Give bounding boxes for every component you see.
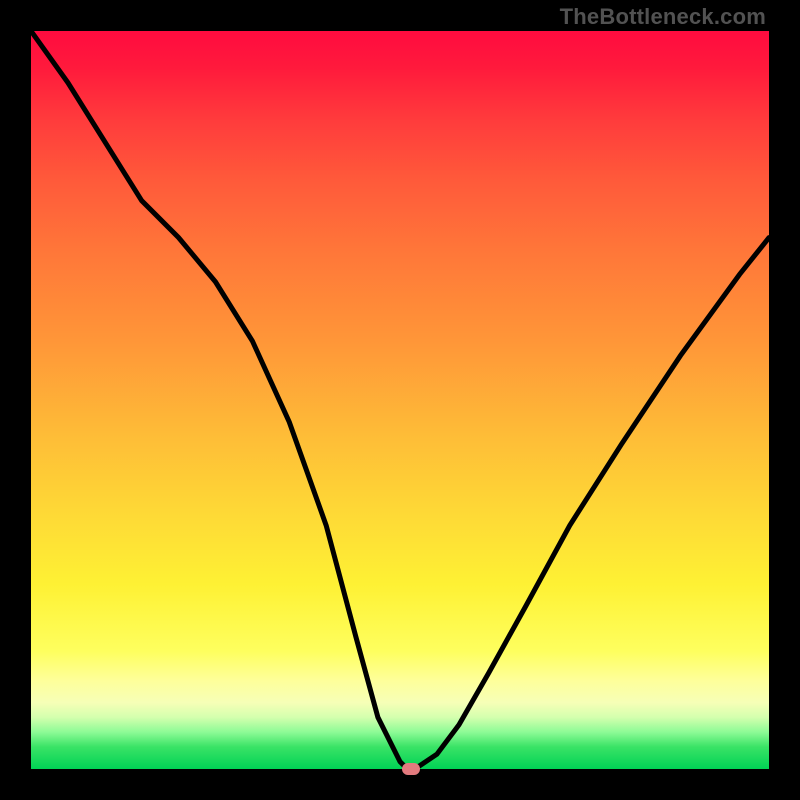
plot-area [31,31,769,769]
chart-frame: TheBottleneck.com [0,0,800,800]
attribution-text: TheBottleneck.com [560,4,766,30]
minimum-marker [402,763,420,775]
